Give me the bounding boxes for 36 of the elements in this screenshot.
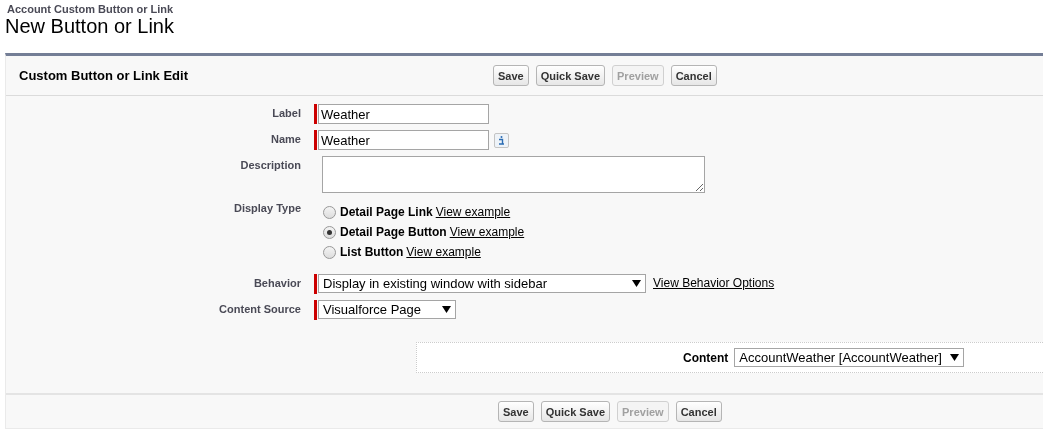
info-icon[interactable]	[494, 133, 509, 148]
breadcrumb: Account Custom Button or Link	[7, 3, 175, 15]
form-button[interactable]: Cancel	[670, 65, 717, 86]
form-button[interactable]: Save	[498, 401, 534, 422]
view-example-link[interactable]: View example	[449, 225, 525, 239]
caret-icon	[949, 354, 959, 361]
radio-button[interactable]	[323, 245, 336, 259]
field-label: Name	[270, 132, 301, 147]
caret-icon	[442, 306, 451, 313]
dropdown[interactable]: AccountWeather [AccountWeather]	[734, 348, 964, 367]
radio-button[interactable]	[323, 205, 336, 219]
field-label: Behavior	[252, 276, 301, 291]
behavior-options-link[interactable]: View Behavior Options	[653, 276, 775, 290]
field-label: Description	[239, 158, 301, 173]
view-example-link[interactable]: View example	[435, 205, 511, 219]
option-label: Detail Page Button	[340, 225, 447, 239]
page-title: New Button or Link	[5, 15, 175, 37]
text-field[interactable]: Weather	[318, 130, 489, 150]
dropdown[interactable]: Visualforce Page	[318, 300, 456, 319]
form-button[interactable]: Cancel	[675, 401, 722, 422]
text-field[interactable]: Weather	[318, 104, 489, 124]
description-field[interactable]	[322, 156, 705, 193]
caret-icon	[632, 280, 641, 287]
form-button[interactable]: Quick Save	[535, 65, 606, 86]
option-label: Detail Page Link	[340, 205, 433, 219]
field-label: Label	[271, 106, 301, 121]
view-example-link[interactable]: View example	[406, 245, 481, 259]
form-button[interactable]: Save	[493, 65, 529, 86]
section-title: Custom Button or Link Edit	[19, 68, 189, 83]
dropdown[interactable]: Display in existing window with sidebar	[318, 274, 646, 293]
field-label: Display Type	[232, 201, 301, 216]
field-label: Content	[683, 350, 729, 365]
radio-button[interactable]	[323, 225, 336, 239]
option-label: List Button	[340, 245, 404, 259]
field-label: Content Source	[218, 302, 301, 317]
form-button[interactable]: Quick Save	[540, 401, 611, 422]
